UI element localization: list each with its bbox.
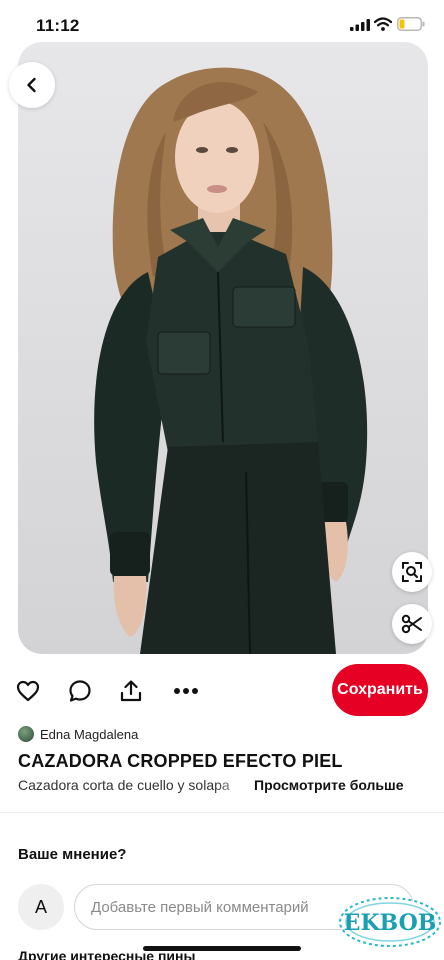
description-fade — [214, 777, 254, 797]
divider — [0, 812, 444, 813]
status-time: 11:12 — [36, 16, 80, 35]
cellular-signal-icon — [350, 19, 370, 31]
share-icon[interactable] — [118, 678, 144, 704]
save-button[interactable]: Сохранить — [332, 664, 428, 716]
status-bar: 11:12 — [0, 0, 444, 44]
watermark-logo: EKBOB — [339, 897, 441, 947]
watermark-text: EKBOB — [344, 910, 437, 936]
comment-bubble-icon[interactable] — [67, 678, 93, 704]
more-dots-icon[interactable] — [173, 678, 199, 704]
author-avatar — [18, 726, 34, 742]
see-more-link[interactable]: Просмотрите больше — [254, 777, 404, 793]
pin-description: Cazadora corta de cuello y solapa — [18, 777, 230, 793]
pin-title: CAZADORA CROPPED EFECTO PIEL — [18, 751, 343, 771]
visual-search-button[interactable] — [392, 552, 432, 592]
comments-heading: Ваше мнение? — [18, 846, 127, 863]
home-indicator[interactable] — [143, 946, 301, 951]
scissors-icon — [401, 614, 422, 634]
crop-button[interactable] — [392, 604, 432, 644]
pin-actions-row: Сохранить — [0, 664, 444, 716]
heart-icon[interactable] — [15, 678, 41, 704]
user-avatar[interactable]: A — [18, 884, 64, 930]
author-row[interactable]: Edna Magdalena — [18, 724, 138, 744]
back-button[interactable] — [9, 62, 55, 108]
author-name[interactable]: Edna Magdalena — [40, 727, 138, 742]
battery-low-icon — [397, 17, 425, 31]
jacket-photo-illustration — [94, 67, 368, 654]
pin-image[interactable] — [18, 42, 428, 654]
wifi-icon — [374, 17, 392, 31]
description-row: Cazadora corta de cuello y solapa Просмо… — [18, 777, 428, 797]
back-arrow-icon — [27, 77, 36, 93]
visual-search-icon — [402, 562, 422, 582]
